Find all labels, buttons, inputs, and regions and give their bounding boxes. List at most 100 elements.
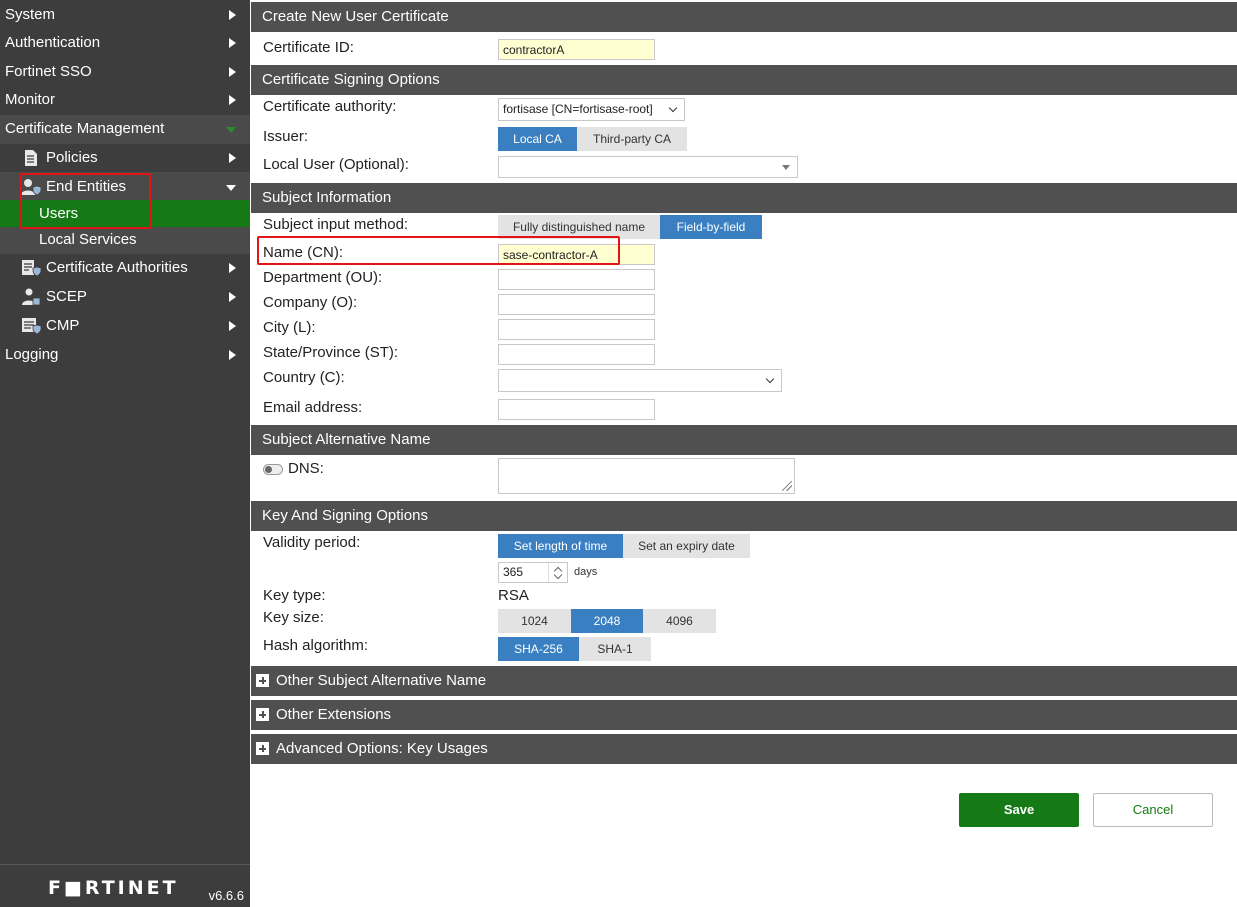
dns-toggle[interactable] bbox=[263, 464, 283, 475]
sidebar-item-authentication[interactable]: Authentication bbox=[0, 29, 250, 57]
spinner-divider bbox=[548, 563, 549, 582]
subject-input-method-toggle: Fully distinguished name Field-by-field bbox=[498, 215, 762, 239]
department-ou-input[interactable] bbox=[498, 269, 655, 290]
resize-grip-icon[interactable] bbox=[782, 481, 792, 491]
user-shield-icon bbox=[21, 179, 41, 196]
certificate-authority-value: fortisase [CN=fortisase-root] bbox=[503, 102, 653, 116]
dns-label: DNS: bbox=[288, 460, 324, 477]
hash-algorithm-toggle: SHA-256 SHA-1 bbox=[498, 637, 651, 661]
sidebar-item-label: CMP bbox=[46, 317, 80, 334]
section-subject-alternative-name: Subject Alternative Name bbox=[251, 425, 1237, 455]
sidebar-item-label: SCEP bbox=[46, 288, 87, 305]
name-cn-label: Name (CN): bbox=[263, 244, 344, 261]
sidebar-item-scep[interactable]: SCEP bbox=[0, 283, 250, 311]
sidebar-item-local-services[interactable]: Local Services bbox=[0, 226, 250, 254]
key-size-label: Key size: bbox=[263, 609, 324, 626]
sidebar-item-label: Authentication bbox=[5, 34, 101, 51]
issuer-label: Issuer: bbox=[263, 128, 309, 145]
chevron-down-icon bbox=[765, 374, 775, 384]
company-o-input[interactable] bbox=[498, 294, 655, 315]
validity-period-toggle: Set length of time Set an expiry date bbox=[498, 534, 750, 558]
sidebar-item-label: Certificate Authorities bbox=[46, 259, 188, 276]
chevron-down-icon bbox=[226, 127, 236, 133]
subject-input-method-label: Subject input method: bbox=[263, 216, 409, 233]
certificate-id-input[interactable] bbox=[498, 39, 655, 60]
sidebar-item-cmp[interactable]: CMP bbox=[0, 312, 250, 340]
version-label: v6.6.6 bbox=[208, 888, 244, 903]
email-address-label: Email address: bbox=[263, 399, 363, 416]
sidebar-item-policies[interactable]: Policies bbox=[0, 144, 250, 172]
chevron-down-icon bbox=[668, 103, 678, 113]
sidebar-item-label: Fortinet SSO bbox=[5, 63, 92, 80]
chevron-right-icon bbox=[229, 292, 236, 302]
hash-algorithm-label: Hash algorithm: bbox=[263, 637, 369, 654]
sidebar-item-label: Users bbox=[39, 205, 79, 222]
chevron-right-icon bbox=[229, 38, 236, 48]
key-size-4096-option[interactable]: 4096 bbox=[643, 609, 716, 633]
hash-sha256-option[interactable]: SHA-256 bbox=[498, 637, 579, 661]
sidebar-item-label: Logging bbox=[5, 346, 59, 363]
days-unit-label: days bbox=[574, 566, 598, 578]
hash-sha1-option[interactable]: SHA-1 bbox=[579, 637, 651, 661]
method-fully-distinguished-option[interactable]: Fully distinguished name bbox=[498, 215, 660, 239]
expand-plus-icon[interactable] bbox=[256, 708, 269, 721]
chevron-down-icon bbox=[226, 185, 236, 191]
method-field-by-field-option[interactable]: Field-by-field bbox=[660, 215, 762, 239]
country-c-label: Country (C): bbox=[263, 369, 345, 386]
sidebar-item-certificate-management[interactable]: Certificate Management bbox=[0, 115, 250, 143]
section-certificate-signing-options: Certificate Signing Options bbox=[251, 65, 1237, 95]
country-c-select[interactable] bbox=[498, 369, 782, 392]
key-size-2048-option[interactable]: 2048 bbox=[571, 609, 643, 633]
issuer-local-ca-option[interactable]: Local CA bbox=[498, 127, 577, 151]
name-cn-input[interactable] bbox=[498, 244, 655, 265]
sidebar-item-certificate-authorities[interactable]: Certificate Authorities bbox=[0, 254, 250, 282]
state-province-label: State/Province (ST): bbox=[263, 344, 399, 361]
section-advanced-options-key-usages[interactable]: Advanced Options: Key Usages bbox=[251, 734, 1237, 764]
sidebar-item-label: Local Services bbox=[39, 231, 137, 248]
validity-days-spinner[interactable]: 365 bbox=[498, 562, 568, 583]
dns-textarea[interactable] bbox=[498, 458, 795, 494]
cancel-button[interactable]: Cancel bbox=[1093, 793, 1213, 827]
department-ou-label: Department (OU): bbox=[263, 269, 383, 286]
key-size-1024-option[interactable]: 1024 bbox=[498, 609, 571, 633]
validity-expiry-date-option[interactable]: Set an expiry date bbox=[623, 534, 750, 558]
cmp-icon bbox=[22, 318, 41, 335]
section-other-subject-alternative-name[interactable]: Other Subject Alternative Name bbox=[251, 666, 1237, 696]
sidebar-item-monitor[interactable]: Monitor bbox=[0, 86, 250, 114]
fortinet-logo: F■RTINET bbox=[48, 877, 179, 899]
app-window: System Authentication Fortinet SSO Monit… bbox=[0, 0, 1237, 907]
chevron-right-icon bbox=[229, 321, 236, 331]
sidebar-item-system[interactable]: System bbox=[0, 1, 250, 29]
section-label: Advanced Options: Key Usages bbox=[276, 740, 488, 757]
company-o-label: Company (O): bbox=[263, 294, 358, 311]
page-title: Create New User Certificate bbox=[251, 2, 1237, 32]
sidebar-item-logging[interactable]: Logging bbox=[0, 341, 250, 369]
key-type-value: RSA bbox=[498, 587, 529, 604]
chevron-right-icon bbox=[229, 95, 236, 105]
sidebar-item-label: Certificate Management bbox=[5, 120, 165, 137]
section-label: Other Subject Alternative Name bbox=[276, 672, 487, 689]
city-l-input[interactable] bbox=[498, 319, 655, 340]
local-user-label: Local User (Optional): bbox=[263, 156, 409, 173]
sidebar-item-end-entities[interactable]: End Entities bbox=[0, 173, 250, 201]
document-icon bbox=[25, 150, 37, 166]
city-l-label: City (L): bbox=[263, 319, 316, 336]
chevron-right-icon bbox=[229, 10, 236, 20]
email-address-input[interactable] bbox=[498, 399, 655, 420]
main-panel: Create New User Certificate Certificate … bbox=[251, 0, 1237, 907]
save-button[interactable]: Save bbox=[959, 793, 1079, 827]
sidebar-item-fortinet-sso[interactable]: Fortinet SSO bbox=[0, 58, 250, 86]
chevron-right-icon bbox=[229, 350, 236, 360]
expand-plus-icon[interactable] bbox=[256, 674, 269, 687]
section-other-extensions[interactable]: Other Extensions bbox=[251, 700, 1237, 730]
local-user-select[interactable] bbox=[498, 156, 798, 178]
sidebar-item-label: End Entities bbox=[46, 178, 127, 195]
validity-set-length-option[interactable]: Set length of time bbox=[498, 534, 623, 558]
expand-plus-icon[interactable] bbox=[256, 742, 269, 755]
state-province-input[interactable] bbox=[498, 344, 655, 365]
sidebar-item-users[interactable]: Users bbox=[0, 200, 250, 227]
sidebar: System Authentication Fortinet SSO Monit… bbox=[0, 0, 250, 907]
issuer-third-party-ca-option[interactable]: Third-party CA bbox=[577, 127, 687, 151]
certificate-authority-select[interactable]: fortisase [CN=fortisase-root] bbox=[498, 98, 685, 121]
chevron-right-icon bbox=[229, 263, 236, 273]
